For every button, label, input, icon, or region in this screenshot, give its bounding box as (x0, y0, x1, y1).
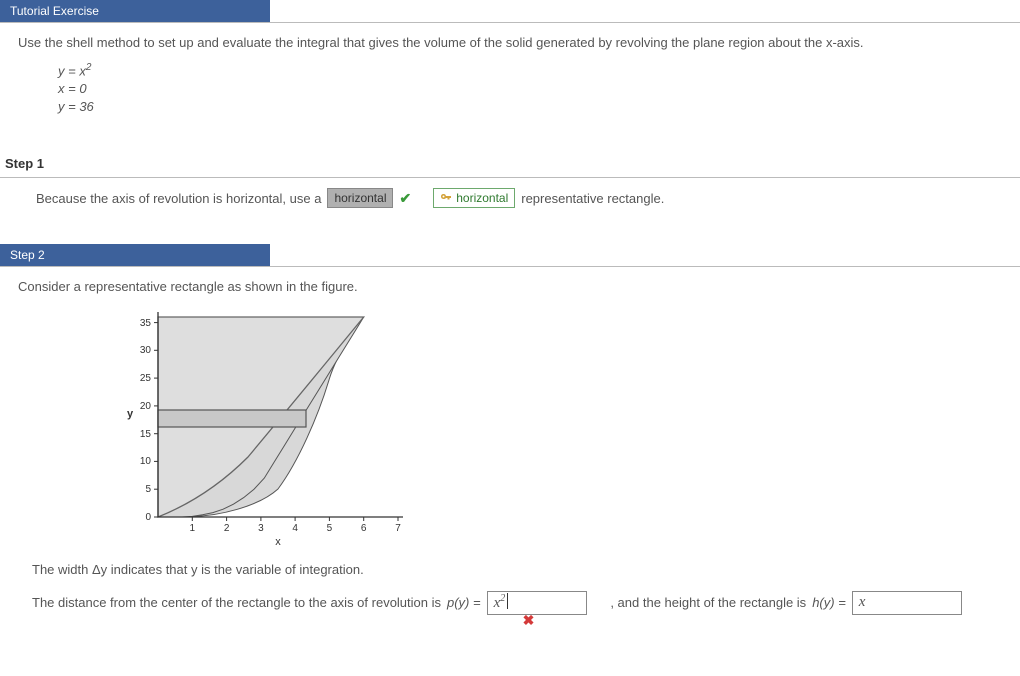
svg-text:35: 35 (140, 318, 152, 329)
svg-text:25: 25 (140, 373, 152, 384)
y-ticks: 0 5 10 15 20 25 30 35 (140, 318, 158, 523)
equations-block: y = x2 x = 0 y = 36 (58, 61, 1002, 117)
figure: 1 2 3 4 5 6 7 0 5 10 15 20 25 30 (118, 307, 1002, 550)
exercise-prompt: Use the shell method to set up and evalu… (18, 33, 1002, 116)
svg-text:20: 20 (140, 401, 152, 412)
x-label: x (275, 536, 281, 547)
wrong-icon: ✖ (523, 612, 535, 629)
svg-text:15: 15 (140, 429, 152, 440)
svg-text:10: 10 (140, 456, 152, 467)
svg-text:6: 6 (361, 523, 367, 534)
step1-text-b: representative rectangle. (521, 191, 664, 206)
py-label: p(y) = (447, 595, 481, 610)
answer-row: The distance from the center of the rect… (32, 591, 1002, 615)
y-label: y (127, 408, 134, 420)
chart-content: 1 2 3 4 5 6 7 0 5 10 15 20 25 30 (127, 312, 403, 547)
answer-previous: horizontal (327, 188, 393, 208)
correct-answer-box: horizontal (433, 188, 515, 208)
equation-1: y = x2 (58, 61, 1002, 81)
key-icon (440, 192, 452, 204)
svg-text:5: 5 (145, 484, 151, 495)
x-ticks: 1 2 3 4 5 6 7 (190, 517, 402, 534)
svg-text:4: 4 (292, 523, 298, 534)
chart-svg: 1 2 3 4 5 6 7 0 5 10 15 20 25 30 (118, 307, 408, 547)
tutorial-banner: Tutorial Exercise (0, 0, 270, 22)
py-input[interactable]: x2 (487, 591, 587, 615)
svg-text:30: 30 (140, 345, 152, 356)
equation-2: x = 0 (58, 80, 1002, 98)
representative-rectangle (158, 410, 306, 427)
hy-input[interactable]: x (852, 591, 962, 615)
step2-text: Consider a representative rectangle as s… (18, 277, 1002, 297)
width-dy-text: The width Δy indicates that y is the var… (32, 562, 1002, 577)
svg-text:7: 7 (395, 523, 401, 534)
answer-text-a: The distance from the center of the rect… (32, 595, 441, 610)
step-1-row: Because the axis of revolution is horizo… (36, 188, 1002, 208)
answer-text-b: , and the height of the rectangle is (610, 595, 806, 610)
svg-text:2: 2 (224, 523, 230, 534)
hy-label: h(y) = (812, 595, 846, 610)
svg-text:1: 1 (190, 523, 196, 534)
svg-text:3: 3 (258, 523, 264, 534)
step-2-banner: Step 2 (0, 244, 270, 266)
equation-3: y = 36 (58, 98, 1002, 116)
step1-text-a: Because the axis of revolution is horizo… (36, 191, 321, 206)
check-icon: ✔ (399, 190, 411, 207)
svg-text:0: 0 (145, 512, 151, 523)
step-1-label: Step 1 (5, 156, 1015, 171)
svg-text:5: 5 (327, 523, 333, 534)
